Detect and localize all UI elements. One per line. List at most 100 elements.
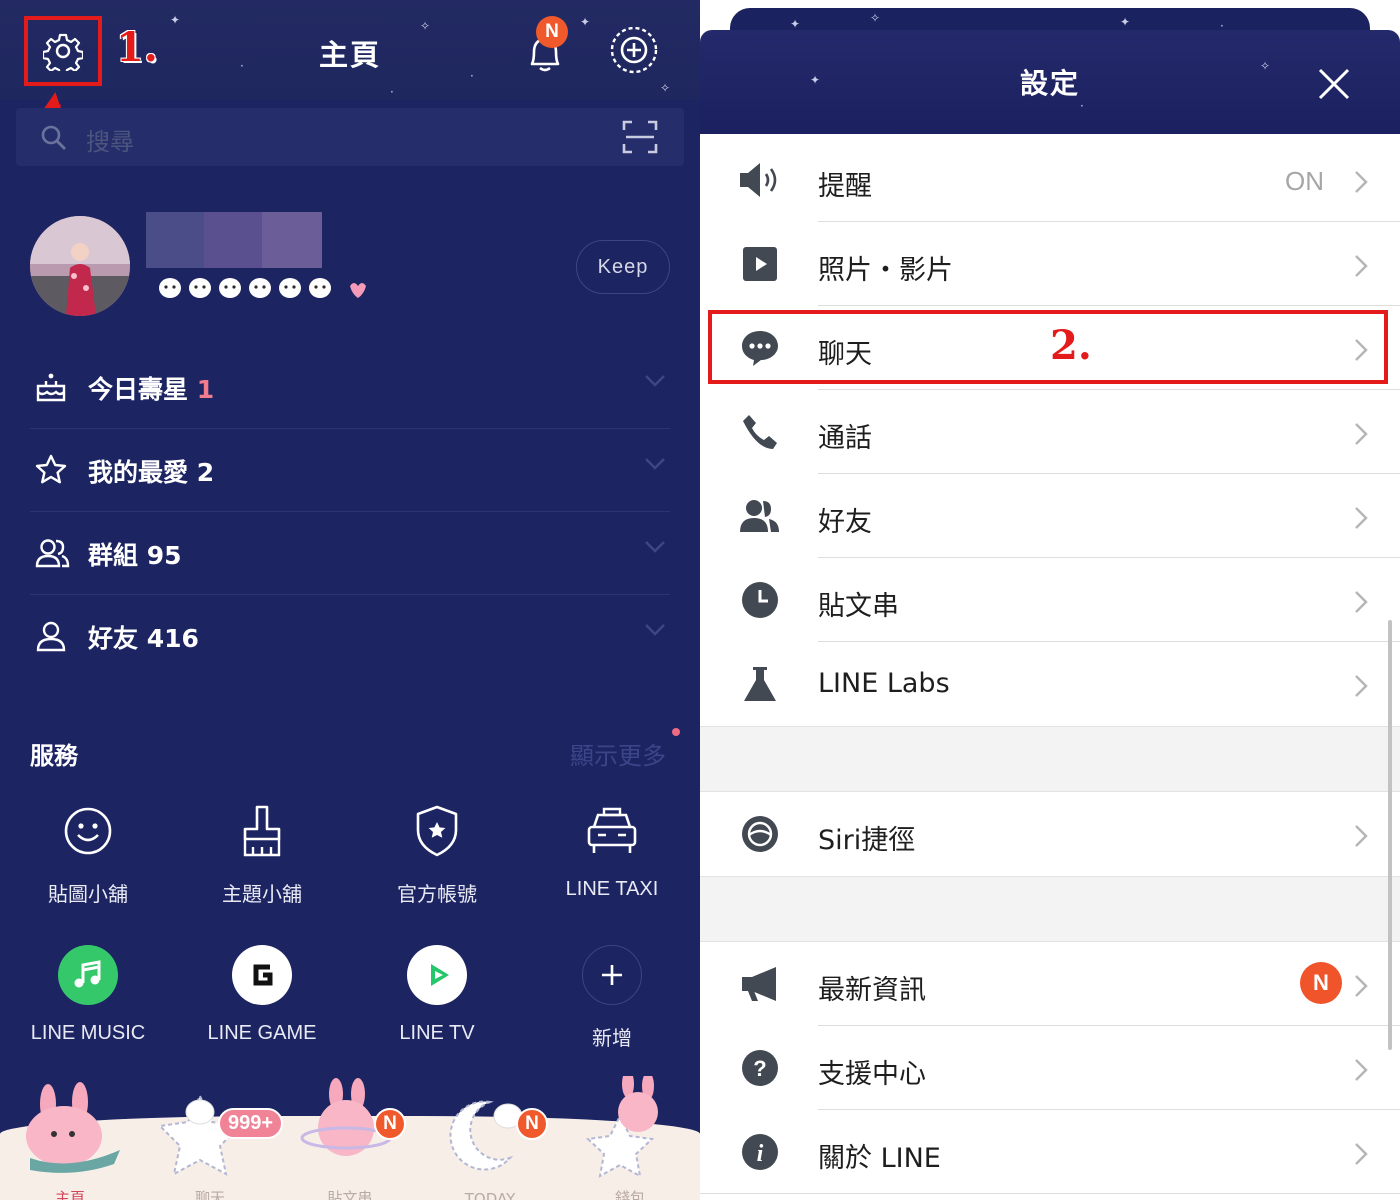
question-icon: ? <box>742 1050 778 1086</box>
settings-row-label: 貼文串 <box>818 591 899 622</box>
section-row-friends[interactable]: 好友 416 <box>30 595 670 678</box>
notification-badge: N <box>536 16 568 48</box>
settings-row-siri-shortcuts[interactable]: Siri捷徑 <box>700 792 1400 876</box>
service-label: LINE TAXI <box>565 878 659 900</box>
service-line-tv[interactable]: LINE TV <box>349 940 525 1045</box>
chevron-right-icon <box>1355 255 1368 277</box>
profile-name-blurred <box>146 212 322 268</box>
tab-label: 主頁 <box>54 1189 85 1200</box>
star-icon <box>35 454 67 484</box>
settings-row-label: LINE Labs <box>818 668 950 699</box>
page-title: 主頁 <box>318 38 381 72</box>
tab-home[interactable]: 主頁 <box>0 1076 140 1200</box>
tab-badge: 999+ <box>218 1108 284 1139</box>
settings-row-notifications[interactable]: 提醒 ON <box>700 138 1400 222</box>
settings-row-line-labs[interactable]: LINE Labs <box>700 642 1400 726</box>
tab-label: 聊天 <box>194 1189 225 1200</box>
tab-chats[interactable]: 999+ 聊天 <box>140 1076 284 1200</box>
chevron-down-icon <box>645 624 665 636</box>
smiley-icon <box>64 807 112 855</box>
settings-row-about-line[interactable]: i 關於 LINE <box>700 1110 1400 1194</box>
svg-text:i: i <box>757 1141 764 1167</box>
service-line-music[interactable]: LINE MUSIC <box>0 940 176 1045</box>
tab-label: 錢包 <box>614 1189 645 1200</box>
section-row-groups[interactable]: 群組 95 <box>30 512 670 595</box>
settings-row-help-center[interactable]: ? 支援中心 <box>700 1026 1400 1110</box>
plus-icon <box>582 945 642 1005</box>
chevron-right-icon <box>1355 1059 1368 1081</box>
service-theme-shop[interactable]: 主題小舖 <box>174 796 350 907</box>
bottom-tab-bar: 主頁 999+ 聊天 N 貼文串 N TODAY 錢包 <box>0 1070 700 1200</box>
star-bunny-icon <box>585 1070 658 1178</box>
service-sticker-shop[interactable]: 貼圖小舖 <box>0 796 176 907</box>
svg-text:?: ? <box>753 1056 766 1081</box>
service-line-taxi[interactable]: LINE TAXI <box>524 796 700 901</box>
game-g-icon <box>232 945 292 1005</box>
search-input[interactable]: 搜尋 <box>86 122 134 157</box>
home-screen: ✦ · ✧ · ✦ ✧ · 1. 主頁 N 搜尋 Keep 今日壽星 1 我的最… <box>0 0 700 1200</box>
service-label: 官方帳號 <box>397 884 477 906</box>
settings-row-label: 關於 LINE <box>818 1143 941 1174</box>
settings-header: ✦ ✧ ✦ ✧ ✦ · · 設定 <box>700 0 1400 134</box>
settings-row-photos-videos[interactable]: 照片・影片 <box>700 222 1400 306</box>
service-official-accounts[interactable]: 官方帳號 <box>349 796 525 907</box>
megaphone-icon <box>742 967 776 1001</box>
profile-avatar[interactable] <box>30 216 130 316</box>
shield-star-icon <box>416 805 458 857</box>
play-square-icon <box>743 247 777 281</box>
settings-row-value: ON <box>1285 166 1324 196</box>
chevron-down-icon <box>645 541 665 553</box>
service-label: 主題小舖 <box>222 884 302 906</box>
notifications-button[interactable]: N <box>524 16 568 78</box>
close-icon[interactable] <box>1316 66 1352 102</box>
services-title: 服務 <box>30 742 78 770</box>
settings-row-calls[interactable]: 通話 <box>700 390 1400 474</box>
bunny-home-icon <box>26 1082 120 1173</box>
chevron-right-icon <box>1355 507 1368 529</box>
section-row-favorites[interactable]: 我的最愛 2 <box>30 429 670 512</box>
settings-screen: ✦ ✧ ✦ ✧ ✦ · · 設定 提醒 ON 照片・影片 聊天 通話 好友 貼文… <box>700 0 1400 1200</box>
service-label: 新增 <box>592 1028 632 1050</box>
phone-icon <box>743 415 777 449</box>
keep-button[interactable]: Keep <box>576 240 670 294</box>
section-label: 今日壽星 1 <box>88 375 215 404</box>
settings-row-timeline[interactable]: 貼文串 <box>700 558 1400 642</box>
settings-row-friends[interactable]: 好友 <box>700 474 1400 558</box>
service-label: LINE TV <box>399 1022 475 1044</box>
settings-row-label: 好友 <box>818 507 872 538</box>
add-friend-button[interactable] <box>606 22 662 82</box>
service-add-more[interactable]: 新增 <box>524 940 700 1051</box>
tab-today[interactable]: N TODAY <box>420 1076 560 1200</box>
new-dot-indicator <box>672 728 680 736</box>
status-message-emoji <box>156 272 366 304</box>
section-row-birthdays[interactable]: 今日壽星 1 <box>30 346 670 429</box>
group-icon <box>35 539 70 568</box>
service-label: LINE GAME <box>207 1022 317 1044</box>
tab-badge: N <box>516 1108 548 1140</box>
info-icon: i <box>742 1134 778 1170</box>
service-label: LINE MUSIC <box>30 1022 146 1044</box>
add-friend-icon <box>610 26 658 74</box>
service-line-game[interactable]: LINE GAME <box>174 940 350 1045</box>
search-bar[interactable]: 搜尋 <box>16 108 684 166</box>
chevron-right-icon <box>1355 1143 1368 1165</box>
chat-highlight-annotation <box>708 310 1388 384</box>
settings-row-label: 照片・影片 <box>818 255 953 286</box>
cake-icon <box>36 373 66 402</box>
music-note-icon <box>58 945 118 1005</box>
qr-scan-icon[interactable] <box>622 120 658 154</box>
step-2-annotation: 2. <box>1050 322 1092 369</box>
person-icon <box>36 621 66 652</box>
news-badge: N <box>1300 962 1342 1004</box>
settings-row-label: Siri捷徑 <box>818 825 916 856</box>
tab-timeline[interactable]: N 貼文串 <box>280 1076 420 1200</box>
section-label: 我的最愛 2 <box>88 458 215 487</box>
scrollbar[interactable] <box>1388 620 1392 1050</box>
chevron-right-icon <box>1355 423 1368 445</box>
services-show-more[interactable]: 顯示更多 <box>570 736 666 771</box>
speaker-icon <box>740 163 777 197</box>
settings-row-news[interactable]: 最新資訊 N <box>700 942 1400 1026</box>
chevron-right-icon <box>1355 975 1368 997</box>
tab-wallet[interactable]: 錢包 <box>560 1070 700 1200</box>
avatar-photo <box>30 216 130 316</box>
